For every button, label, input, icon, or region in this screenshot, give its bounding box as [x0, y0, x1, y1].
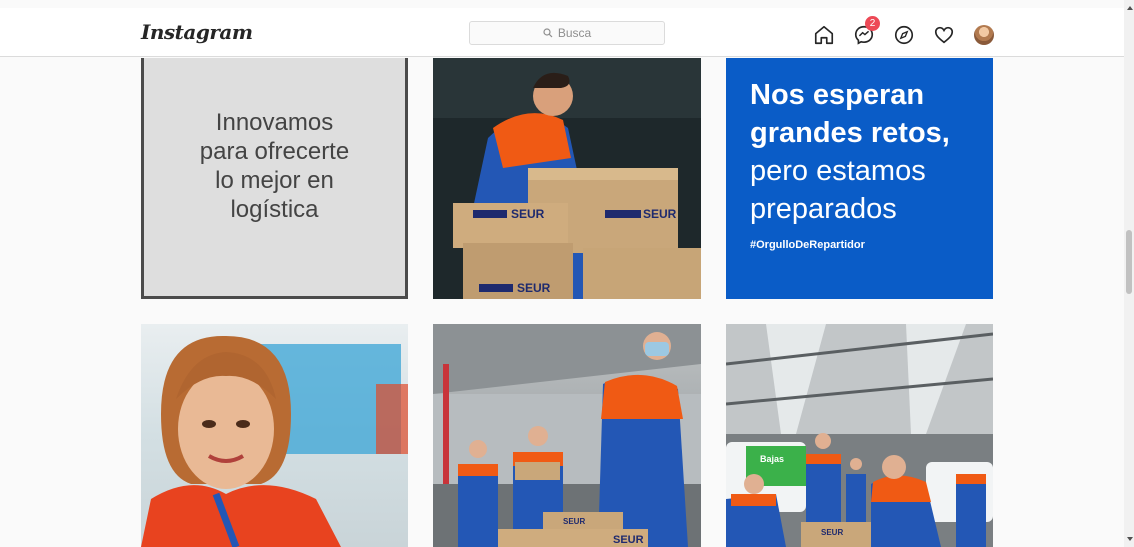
post-headline: Nos esperan grandes retos, pero estamos … — [750, 76, 950, 228]
seur-box-label: SEUR — [613, 534, 644, 546]
team-warehouse-photo: SEUR SEUR — [433, 324, 701, 547]
explore-compass-icon[interactable] — [891, 22, 917, 48]
post-text: Innovamos para ofrecerte lo mejor en log… — [144, 108, 405, 224]
instagram-logo[interactable]: Instagram — [141, 20, 253, 44]
headline-line: pero estamos — [750, 155, 926, 187]
search-input[interactable]: Busca — [469, 21, 665, 45]
activity-heart-icon[interactable] — [931, 22, 957, 48]
home-icon[interactable] — [811, 22, 837, 48]
direct-messages-icon[interactable]: 2 — [851, 16, 880, 48]
avatar — [974, 25, 994, 45]
seur-box-label: SEUR — [517, 281, 551, 295]
headline-line: preparados — [750, 193, 897, 225]
worker-boxes-photo: SEUR SEUR SEUR — [433, 58, 701, 299]
post-text-line: lo mejor en — [215, 167, 334, 194]
notification-badge: 2 — [865, 16, 880, 31]
post-text-line: Innovamos — [215, 109, 334, 136]
search-placeholder: Busca — [557, 26, 592, 40]
search-icon — [543, 28, 553, 38]
post-tile-team-vans[interactable]: Bajas SEUR — [726, 324, 993, 547]
scroll-down-arrow-icon[interactable] — [1127, 537, 1133, 541]
seur-box-label: SEUR — [563, 517, 585, 526]
profile-avatar[interactable] — [971, 22, 997, 48]
nav-icons: 2 — [811, 16, 997, 48]
scrollbar-thumb[interactable] — [1126, 230, 1132, 294]
post-tile-woman-portrait[interactable] — [141, 324, 408, 547]
van-label: Bajas — [760, 454, 784, 464]
vertical-scrollbar[interactable] — [1124, 0, 1134, 547]
headline-line: Nos esperan — [750, 79, 925, 111]
woman-portrait-photo — [141, 335, 408, 547]
post-tile-grandes-retos[interactable]: Nos esperan grandes retos, pero estamos … — [726, 58, 993, 299]
seur-box-label: SEUR — [511, 207, 545, 221]
post-tile-worker-boxes[interactable]: SEUR SEUR SEUR — [433, 58, 701, 299]
seur-box-label: SEUR — [821, 528, 843, 537]
post-text-line: logística — [230, 196, 319, 223]
top-navigation-bar: Instagram Busca 2 — [0, 0, 1124, 57]
post-tile-team-warehouse[interactable]: SEUR SEUR — [433, 324, 701, 547]
team-vans-photo: Bajas SEUR — [726, 324, 993, 547]
post-tile-innovamos[interactable]: Innovamos para ofrecerte lo mejor en log… — [141, 58, 408, 299]
headline-line: grandes retos, — [750, 117, 950, 149]
hashtag: #OrgulloDeRepartidor — [750, 239, 865, 251]
scroll-up-arrow-icon[interactable] — [1127, 6, 1133, 10]
seur-box-label: SEUR — [643, 207, 677, 221]
post-text-line: para ofrecerte — [199, 138, 350, 165]
